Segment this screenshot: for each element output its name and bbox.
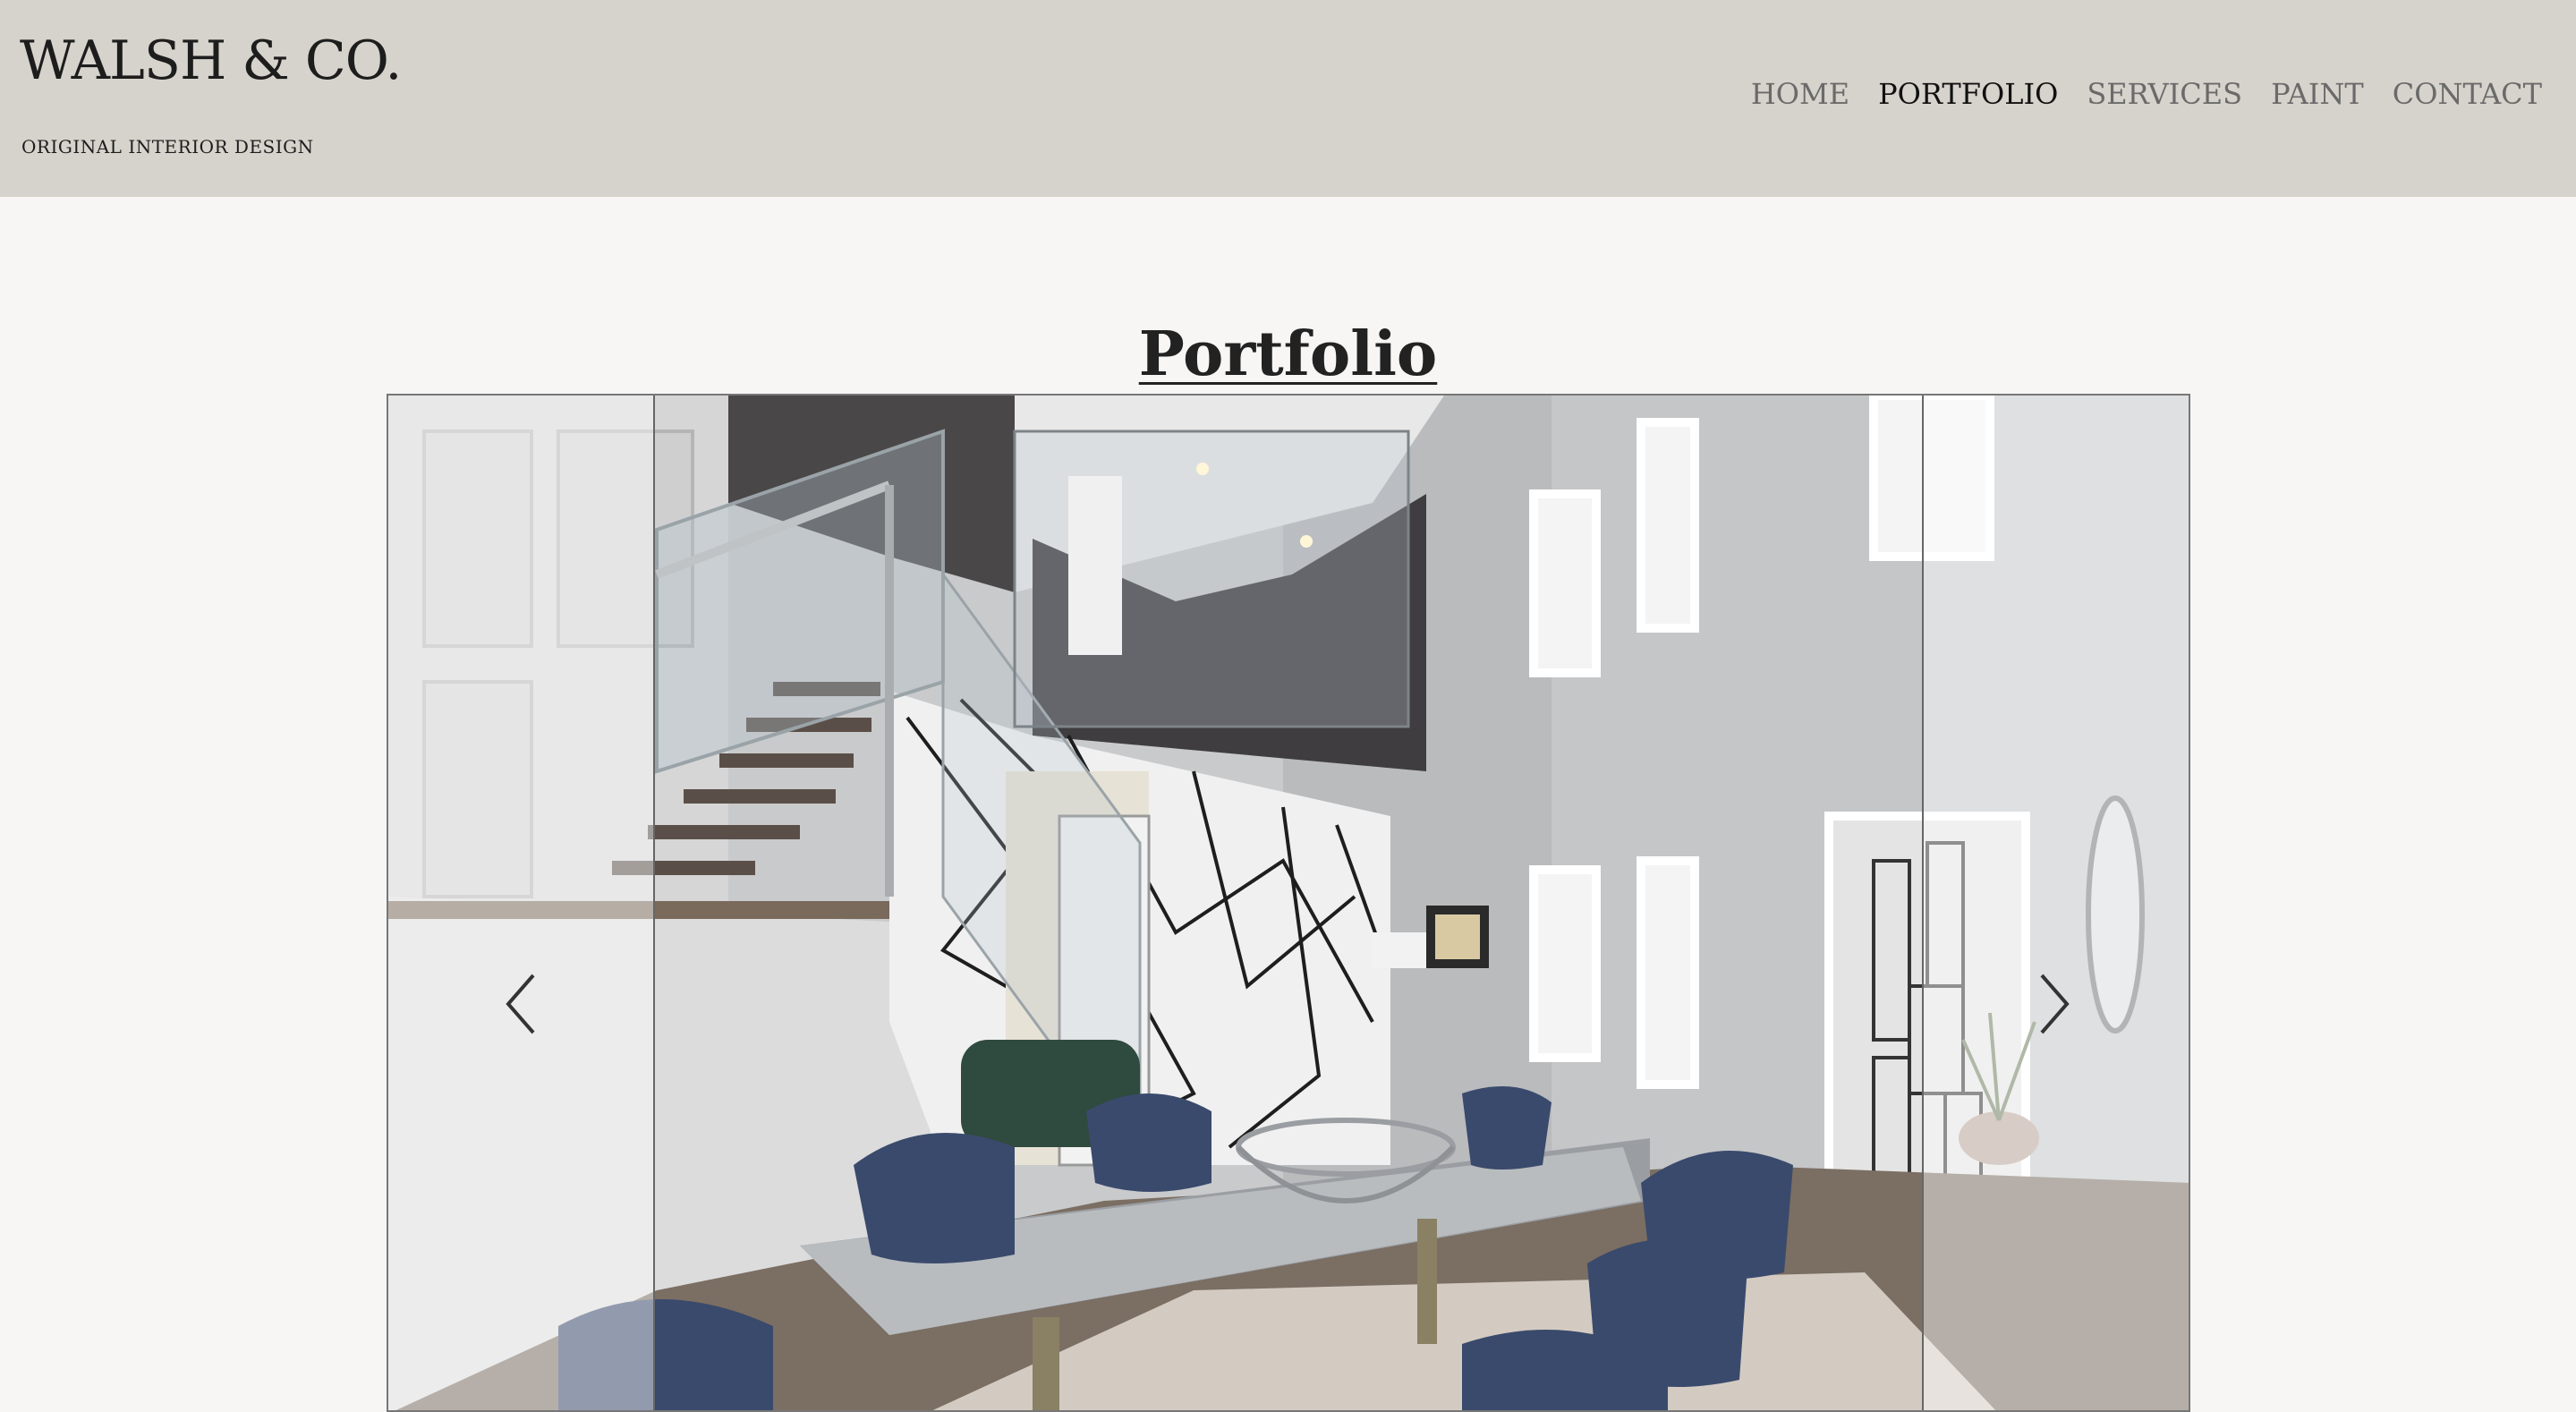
carousel-next-panel[interactable] [1922, 396, 2189, 1410]
interior-photo [388, 396, 2189, 1410]
page-title: Portfolio [1138, 318, 1438, 390]
chevron-right-icon[interactable] [2026, 968, 2079, 1040]
main-nav: HOME PORTFOLIO SERVICES PAINT CONTACT [1751, 77, 2542, 111]
nav-home[interactable]: HOME [1751, 77, 1849, 111]
nav-services[interactable]: SERVICES [2087, 77, 2242, 111]
chevron-left-icon[interactable] [496, 968, 549, 1040]
nav-paint[interactable]: PAINT [2271, 77, 2364, 111]
carousel-prev-panel[interactable] [388, 396, 655, 1410]
brand-tagline: ORIGINAL INTERIOR DESIGN [21, 136, 314, 157]
portfolio-carousel[interactable] [387, 394, 2190, 1412]
nav-portfolio[interactable]: PORTFOLIO [1878, 77, 2058, 111]
nav-contact[interactable]: CONTACT [2393, 77, 2542, 111]
site-header: WALSH & CO. ORIGINAL INTERIOR DESIGN HOM… [0, 0, 2576, 197]
brand-logo[interactable]: WALSH & CO. [20, 25, 402, 97]
